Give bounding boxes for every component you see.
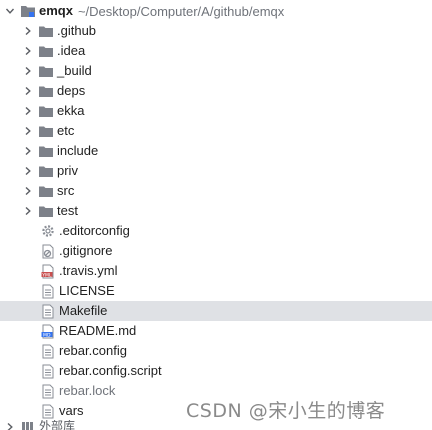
folder-icon	[38, 123, 54, 139]
markdown-file-icon: MD	[40, 323, 56, 339]
folder-row[interactable]: etc	[0, 121, 432, 141]
folder-row[interactable]: .github	[0, 21, 432, 41]
folder-row[interactable]: deps	[0, 81, 432, 101]
folder-row[interactable]: ekka	[0, 101, 432, 121]
text-file-icon	[40, 303, 56, 319]
folder-row[interactable]: include	[0, 141, 432, 161]
folder-icon	[38, 63, 54, 79]
chevron-right-icon[interactable]	[22, 25, 34, 37]
folder-label: _build	[57, 63, 92, 78]
folder-icon	[38, 143, 54, 159]
chevron-right-icon[interactable]	[22, 65, 34, 77]
file-label: README.md	[59, 323, 137, 338]
text-file-icon	[40, 343, 56, 359]
chevron-right-icon[interactable]	[22, 45, 34, 57]
chevron-right-icon[interactable]	[22, 125, 34, 137]
gitignore-icon	[40, 243, 56, 259]
gear-icon	[40, 223, 56, 239]
folder-label: src	[57, 183, 75, 198]
text-file-icon	[40, 363, 56, 379]
text-file-icon	[40, 403, 56, 419]
file-row[interactable]: LICENSE	[0, 281, 432, 301]
chevron-right-icon[interactable]	[22, 205, 34, 217]
folder-row[interactable]: test	[0, 201, 432, 221]
folder-icon	[38, 23, 54, 39]
chevron-right-icon[interactable]	[22, 105, 34, 117]
external-libraries-label: 外部库	[39, 420, 76, 430]
file-row[interactable]: .gitignore	[0, 241, 432, 261]
file-row[interactable]: MD README.md	[0, 321, 432, 341]
folder-label: .github	[57, 23, 97, 38]
folder-label: ekka	[57, 103, 85, 118]
watermark: CSDN @宋小生的博客	[186, 400, 386, 422]
folder-icon	[38, 43, 54, 59]
chevron-down-icon[interactable]	[4, 5, 16, 17]
project-path: ~/Desktop/Computer/A/github/emqx	[77, 3, 285, 19]
folder-label: deps	[57, 83, 86, 98]
file-label: rebar.config.script	[59, 363, 162, 378]
yaml-file-icon: YML	[40, 263, 56, 279]
file-label: Makefile	[59, 303, 108, 318]
file-row[interactable]: .editorconfig	[0, 221, 432, 241]
chevron-right-icon[interactable]	[4, 421, 16, 430]
file-label: .travis.yml	[59, 263, 118, 278]
chevron-right-icon[interactable]	[22, 185, 34, 197]
svg-text:YML: YML	[41, 272, 52, 278]
folder-icon	[38, 163, 54, 179]
file-row[interactable]: rebar.config.script	[0, 361, 432, 381]
file-row[interactable]: YML .travis.yml	[0, 261, 432, 281]
file-label: rebar.lock	[59, 383, 116, 398]
project-folder-icon	[20, 3, 36, 19]
folder-label: etc	[57, 123, 75, 138]
file-label: LICENSE	[59, 283, 115, 298]
folder-row[interactable]: priv	[0, 161, 432, 181]
project-name: emqx	[39, 3, 73, 18]
folder-row[interactable]: .idea	[0, 41, 432, 61]
file-label: rebar.config	[59, 343, 127, 358]
folder-icon	[38, 203, 54, 219]
folder-icon	[38, 183, 54, 199]
folder-label: test	[57, 203, 78, 218]
text-file-icon	[40, 283, 56, 299]
text-file-icon	[40, 383, 56, 399]
chevron-right-icon[interactable]	[22, 165, 34, 177]
folder-icon	[38, 83, 54, 99]
folder-icon	[38, 103, 54, 119]
svg-text:MD: MD	[43, 332, 51, 338]
folder-label: priv	[57, 163, 78, 178]
file-label: .editorconfig	[59, 223, 130, 238]
file-label: vars	[59, 403, 84, 418]
chevron-right-icon[interactable]	[22, 85, 34, 97]
folder-label: .idea	[57, 43, 86, 58]
file-row-selected[interactable]: Makefile	[0, 301, 432, 321]
folder-label: include	[57, 143, 99, 158]
folder-row[interactable]: _build	[0, 61, 432, 81]
chevron-right-icon[interactable]	[22, 145, 34, 157]
tree-root-row[interactable]: emqx ~/Desktop/Computer/A/github/emqx	[0, 1, 432, 21]
file-label: .gitignore	[59, 243, 113, 258]
file-row[interactable]: rebar.config	[0, 341, 432, 361]
library-icon	[20, 420, 36, 430]
folder-row[interactable]: src	[0, 181, 432, 201]
project-tree: emqx ~/Desktop/Computer/A/github/emqx .g…	[0, 0, 432, 430]
